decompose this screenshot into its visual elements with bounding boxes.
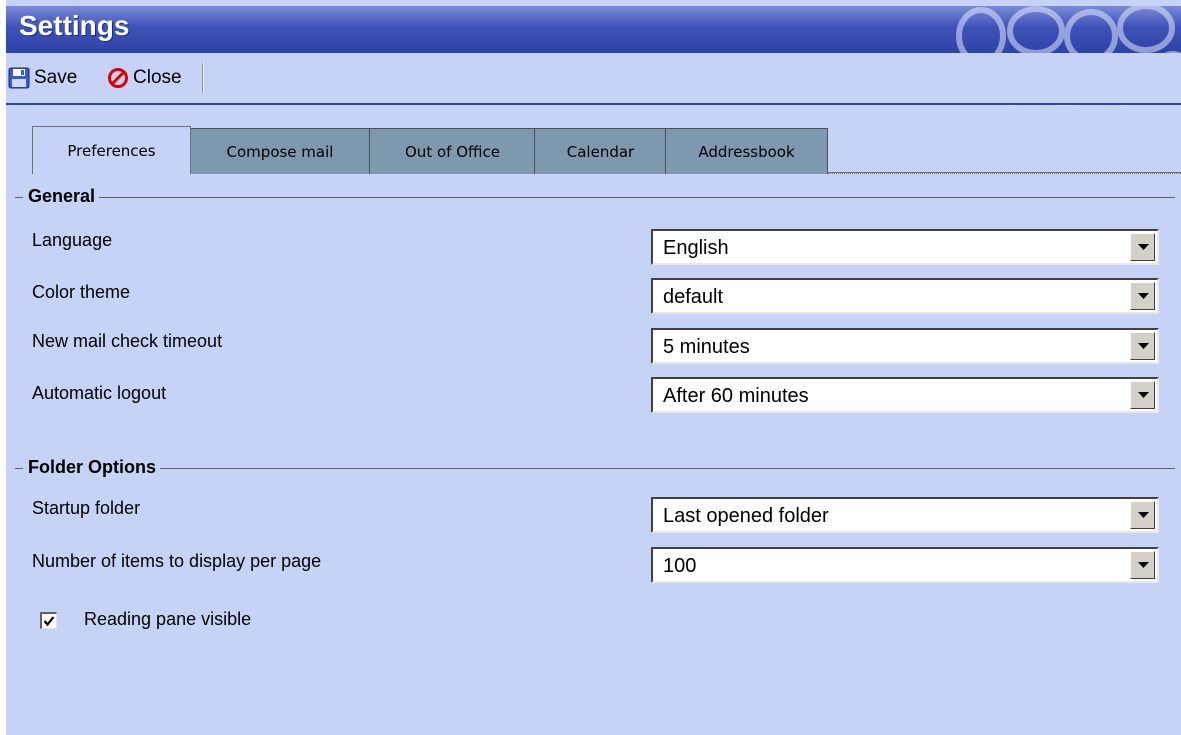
items-per-page-dropdown-button[interactable]: [1130, 551, 1155, 579]
no-entry-icon: [108, 68, 128, 88]
color-theme-label: Color theme: [32, 282, 131, 302]
color-theme-select[interactable]: default: [651, 278, 1159, 314]
startup-folder-label: Startup folder: [32, 498, 141, 518]
folder-options-section-header: Folder Options: [6, 457, 1175, 481]
auto-logout-dropdown-button[interactable]: [1130, 381, 1155, 409]
tab-out-of-office[interactable]: Out of Office: [369, 128, 536, 174]
auto-logout-select[interactable]: After 60 minutes: [651, 377, 1159, 413]
folder-options-heading: Folder Options: [28, 457, 160, 478]
color-theme-dropdown-button[interactable]: [1130, 282, 1155, 310]
chevron-down-icon: [1138, 343, 1149, 349]
startup-folder-select[interactable]: Last opened folder: [651, 497, 1159, 533]
items-per-page-value: 100: [663, 555, 697, 577]
save-label: Save: [34, 67, 78, 88]
items-per-page-label: Number of items to display per page: [32, 551, 322, 571]
chevron-down-icon: [1138, 562, 1149, 568]
checkmark-icon: [43, 616, 55, 627]
chevron-down-icon: [1138, 293, 1149, 299]
section-dash: [15, 197, 23, 198]
section-rule: [28, 197, 1175, 198]
tab-label: Out of Office: [405, 142, 500, 161]
language-label: Language: [32, 230, 113, 250]
language-dropdown-button[interactable]: [1130, 233, 1155, 261]
title-bar: Settings: [6, 6, 1181, 53]
window-title: Settings: [19, 10, 130, 41]
general-heading: General: [28, 186, 100, 207]
auto-logout-value: After 60 minutes: [663, 385, 809, 407]
language-value: English: [663, 237, 729, 259]
window-edge: [0, 0, 6, 735]
save-button[interactable]: Save: [8, 63, 77, 93]
auto-logout-label: Automatic logout: [32, 383, 167, 403]
floppy-disk-icon: [8, 67, 30, 89]
close-label: Close: [133, 67, 182, 88]
mail-check-dropdown-button[interactable]: [1130, 332, 1155, 360]
color-theme-value: default: [663, 286, 724, 308]
reading-pane-label: Reading pane visible: [84, 609, 252, 629]
tab-label: Calendar: [566, 142, 635, 161]
tab-calendar[interactable]: Calendar: [534, 128, 667, 174]
reading-pane-checkbox[interactable]: [40, 612, 57, 629]
tab-compose-mail[interactable]: Compose mail: [189, 128, 371, 174]
mail-check-label: New mail check timeout: [32, 331, 223, 351]
chevron-down-icon: [1138, 244, 1149, 250]
tab-label: Addressbook: [698, 142, 795, 161]
tab-bar: Preferences Compose mail Out of Office C…: [6, 126, 1181, 174]
language-select[interactable]: English: [651, 229, 1159, 265]
close-button[interactable]: Close: [107, 63, 182, 93]
tab-preferences[interactable]: Preferences: [32, 126, 191, 174]
section-rule: [28, 468, 1175, 469]
mail-check-value: 5 minutes: [663, 336, 750, 358]
toolbar-separator: [202, 63, 204, 93]
general-section-header: General: [6, 186, 1175, 210]
tab-label: Preferences: [67, 141, 156, 160]
tab-addressbook[interactable]: Addressbook: [665, 128, 828, 174]
items-per-page-select[interactable]: 100: [651, 547, 1159, 583]
chevron-down-icon: [1138, 392, 1149, 398]
settings-window: Settings Save Close Preferences Compose …: [0, 0, 1181, 735]
toolbar: Save Close: [6, 53, 1181, 105]
tab-label: Compose mail: [226, 142, 334, 161]
mail-check-select[interactable]: 5 minutes: [651, 328, 1159, 364]
section-dash: [15, 468, 23, 469]
startup-folder-dropdown-button[interactable]: [1130, 501, 1155, 529]
chevron-down-icon: [1138, 512, 1149, 518]
startup-folder-value: Last opened folder: [663, 505, 829, 527]
